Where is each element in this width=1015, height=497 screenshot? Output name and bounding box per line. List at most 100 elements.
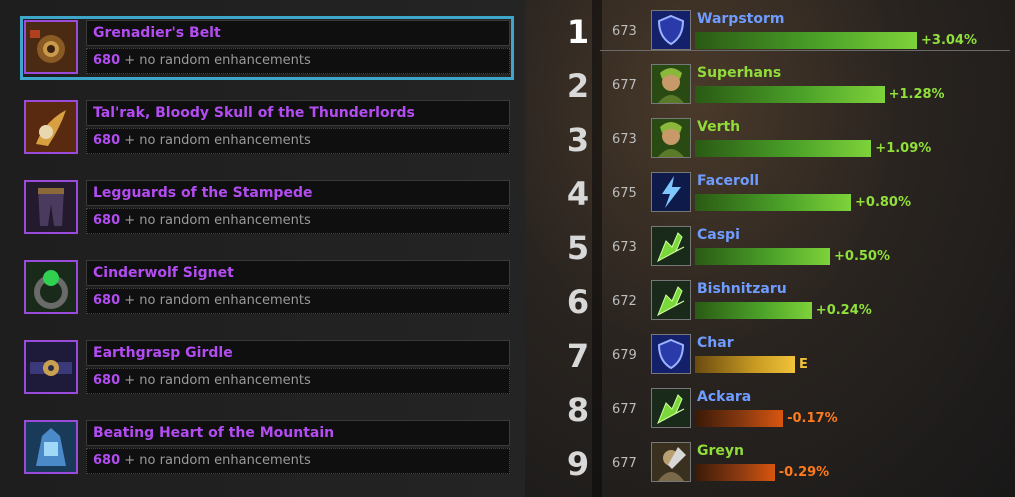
ranking-row[interactable]: 6 672 Bishnitzaru +0.24% <box>560 280 1010 328</box>
dps-bar-track <box>695 140 872 157</box>
rank-number: 2 <box>566 67 590 105</box>
shield-icon <box>651 334 691 374</box>
dps-bar <box>695 356 795 373</box>
player-name[interactable]: Char <box>697 334 734 352</box>
ranking-row[interactable]: 5 673 Caspi +0.50% <box>560 226 1010 274</box>
ranking-row[interactable]: 9 677 Greyn -0.29% <box>560 442 1010 490</box>
dps-bar <box>695 410 784 427</box>
dps-change-label: +0.50% <box>834 249 890 264</box>
dps-bar-track <box>695 194 851 211</box>
rank-number: 5 <box>566 229 590 267</box>
dps-change-label: +1.28% <box>888 87 945 102</box>
item-level: 680 <box>93 53 121 68</box>
rank-number: 3 <box>566 121 590 159</box>
belt-icon <box>24 20 78 74</box>
rank-number: 7 <box>566 337 590 375</box>
dps-bar-track <box>695 410 784 427</box>
item-enhancements: + no random enhancements <box>124 453 311 468</box>
player-item-level: 673 <box>612 240 637 255</box>
hunter-portrait-icon <box>651 118 691 158</box>
player-item-level: 672 <box>612 294 637 309</box>
item-level: 680 <box>93 213 121 228</box>
item-name: Cinderwolf Signet <box>86 260 510 286</box>
item-card[interactable]: Legguards of the Stampede 680 + no rando… <box>24 180 510 236</box>
claw-icon <box>651 226 691 266</box>
item-detail: 680 + no random enhancements <box>86 448 510 474</box>
girdle-icon <box>24 340 78 394</box>
item-enhancements: + no random enhancements <box>124 133 311 148</box>
player-name[interactable]: Superhans <box>697 64 781 82</box>
rank-number: 1 <box>566 13 590 51</box>
dps-bar <box>695 248 830 265</box>
item-detail: 680 + no random enhancements <box>86 128 510 154</box>
hunter-portrait-icon <box>651 64 691 104</box>
dps-bar <box>695 194 851 211</box>
item-name: Legguards of the Stampede <box>86 180 510 206</box>
rank-number: 4 <box>566 175 590 213</box>
player-name[interactable]: Caspi <box>697 226 740 244</box>
ranking-row[interactable]: 7 679 Char E <box>560 334 1010 382</box>
item-card[interactable]: Earthgrasp Girdle 680 + no random enhanc… <box>24 340 510 396</box>
item-level: 680 <box>93 453 121 468</box>
rank-number: 8 <box>566 391 590 429</box>
player-name[interactable]: Greyn <box>697 442 744 460</box>
ranking-row[interactable]: 1 673 Warpstorm +3.04% <box>560 10 1010 58</box>
heart-trinket-icon <box>24 420 78 474</box>
dps-bar <box>695 140 872 157</box>
claw-icon <box>651 280 691 320</box>
ranking-row[interactable]: 8 677 Ackara -0.17% <box>560 388 1010 436</box>
dps-change-label: +0.24% <box>815 303 872 318</box>
warrior-icon <box>651 442 691 482</box>
item-level: 680 <box>93 133 121 148</box>
item-name: Beating Heart of the Mountain <box>86 420 510 446</box>
dps-change-label: E <box>799 357 808 372</box>
skull-trinket-icon <box>24 100 78 154</box>
dps-bar-track <box>695 86 885 103</box>
player-name[interactable]: Verth <box>697 118 740 136</box>
dps-change-label: +1.09% <box>875 141 932 156</box>
dps-bar <box>695 86 885 103</box>
dps-change-label: +0.80% <box>855 195 911 210</box>
dps-bar-track <box>695 302 812 319</box>
dps-bar-track <box>695 464 775 481</box>
player-item-level: 677 <box>612 78 637 93</box>
dps-change-label: +3.04% <box>921 33 977 48</box>
item-card[interactable]: Cinderwolf Signet 680 + no random enhanc… <box>24 260 510 316</box>
dps-bar-track <box>695 356 795 373</box>
dps-bar <box>695 302 812 319</box>
player-name[interactable]: Faceroll <box>697 172 759 190</box>
ranking-row[interactable]: 4 675 Faceroll +0.80% <box>560 172 1010 220</box>
item-detail: 680 + no random enhancements <box>86 48 510 74</box>
player-name[interactable]: Warpstorm <box>697 10 784 28</box>
player-name[interactable]: Bishnitzaru <box>697 280 787 298</box>
item-card[interactable]: Tal'rak, Bloody Skull of the Thunderlord… <box>24 100 510 156</box>
dps-bar-track <box>695 248 830 265</box>
dps-bar-track <box>695 32 917 49</box>
item-card[interactable]: Grenadier's Belt 680 + no random enhance… <box>20 16 514 80</box>
player-item-level: 675 <box>612 186 637 201</box>
shield-icon <box>651 10 691 50</box>
claw-icon <box>651 388 691 428</box>
lightning-icon <box>651 172 691 212</box>
item-card[interactable]: Beating Heart of the Mountain 680 + no r… <box>24 420 510 476</box>
dps-bar <box>695 464 775 481</box>
player-item-level: 677 <box>612 456 637 471</box>
item-detail: 680 + no random enhancements <box>86 368 510 394</box>
item-detail: 680 + no random enhancements <box>86 288 510 314</box>
legguards-icon <box>24 180 78 234</box>
player-name[interactable]: Ackara <box>697 388 751 406</box>
item-enhancements: + no random enhancements <box>124 293 311 308</box>
item-name: Grenadier's Belt <box>86 20 510 46</box>
item-name: Tal'rak, Bloody Skull of the Thunderlord… <box>86 100 510 126</box>
dps-change-label: -0.29% <box>778 465 830 480</box>
item-enhancements: + no random enhancements <box>124 53 311 68</box>
ring-icon <box>24 260 78 314</box>
ranking-row[interactable]: 3 673 Verth +1.09% <box>560 118 1010 166</box>
item-name: Earthgrasp Girdle <box>86 340 510 366</box>
player-item-level: 673 <box>612 24 637 39</box>
item-level: 680 <box>93 373 121 388</box>
item-level: 680 <box>93 293 121 308</box>
rank-number: 6 <box>566 283 590 321</box>
ranking-row[interactable]: 2 677 Superhans +1.28% <box>560 64 1010 112</box>
dps-bar <box>695 32 917 49</box>
